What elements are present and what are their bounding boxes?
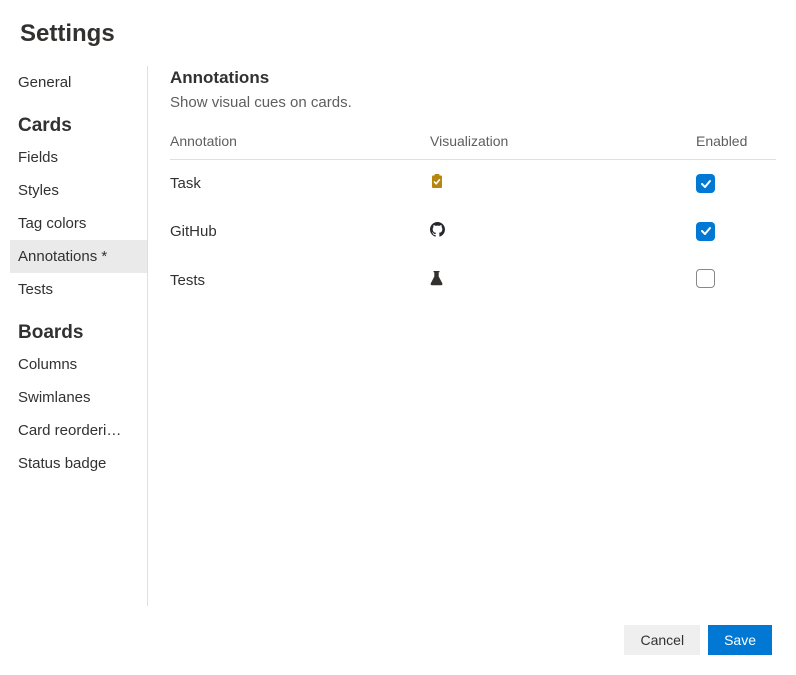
column-header-annotation: Annotation bbox=[170, 133, 430, 149]
section-subtitle: Show visual cues on cards. bbox=[170, 94, 776, 111]
sidebar-item-columns[interactable]: Columns bbox=[10, 348, 147, 381]
enabled-cell bbox=[696, 269, 776, 292]
sidebar-item-styles[interactable]: Styles bbox=[10, 174, 147, 207]
enabled-checkbox[interactable] bbox=[696, 269, 715, 288]
table-row: Tests bbox=[170, 255, 776, 306]
sidebar-section-cards: Cards bbox=[14, 99, 147, 141]
sidebar-item-annotations[interactable]: Annotations * bbox=[10, 240, 147, 273]
visualization-cell bbox=[430, 222, 696, 241]
visualization-cell bbox=[430, 174, 696, 193]
column-header-visualization: Visualization bbox=[430, 133, 696, 149]
github-icon bbox=[430, 222, 445, 241]
sidebar-item-fields[interactable]: Fields bbox=[10, 141, 147, 174]
annotation-name: Task bbox=[170, 175, 430, 192]
table-header: Annotation Visualization Enabled bbox=[170, 133, 776, 160]
visualization-cell bbox=[430, 271, 696, 290]
clipboard-icon bbox=[430, 174, 444, 193]
annotation-name: Tests bbox=[170, 272, 430, 289]
save-button[interactable]: Save bbox=[708, 625, 772, 655]
enabled-cell bbox=[696, 222, 776, 242]
sidebar-item-tag-colors[interactable]: Tag colors bbox=[10, 207, 147, 240]
enabled-checkbox[interactable] bbox=[696, 174, 715, 193]
table-row: GitHub bbox=[170, 208, 776, 256]
enabled-checkbox[interactable] bbox=[696, 222, 715, 241]
section-title: Annotations bbox=[170, 66, 776, 88]
sidebar-item-swimlanes[interactable]: Swimlanes bbox=[10, 381, 147, 414]
sidebar-item-status-badge[interactable]: Status badge bbox=[10, 447, 147, 480]
settings-sidebar: General Cards Fields Styles Tag colors A… bbox=[0, 66, 148, 606]
sidebar-section-boards: Boards bbox=[14, 306, 147, 348]
page-title: Settings bbox=[0, 0, 796, 56]
table-row: Task bbox=[170, 160, 776, 208]
annotations-table: Annotation Visualization Enabled Task bbox=[170, 133, 776, 306]
sidebar-item-card-reordering[interactable]: Card reorderi… bbox=[10, 414, 147, 447]
column-header-enabled: Enabled bbox=[696, 133, 776, 149]
settings-content: Annotations Show visual cues on cards. A… bbox=[148, 66, 796, 606]
sidebar-item-tests[interactable]: Tests bbox=[10, 273, 147, 306]
cancel-button[interactable]: Cancel bbox=[624, 625, 700, 655]
beaker-icon bbox=[430, 271, 443, 290]
annotation-name: GitHub bbox=[170, 223, 430, 240]
enabled-cell bbox=[696, 174, 776, 194]
dialog-footer: Cancel Save bbox=[624, 625, 772, 655]
sidebar-item-general[interactable]: General bbox=[10, 66, 147, 99]
